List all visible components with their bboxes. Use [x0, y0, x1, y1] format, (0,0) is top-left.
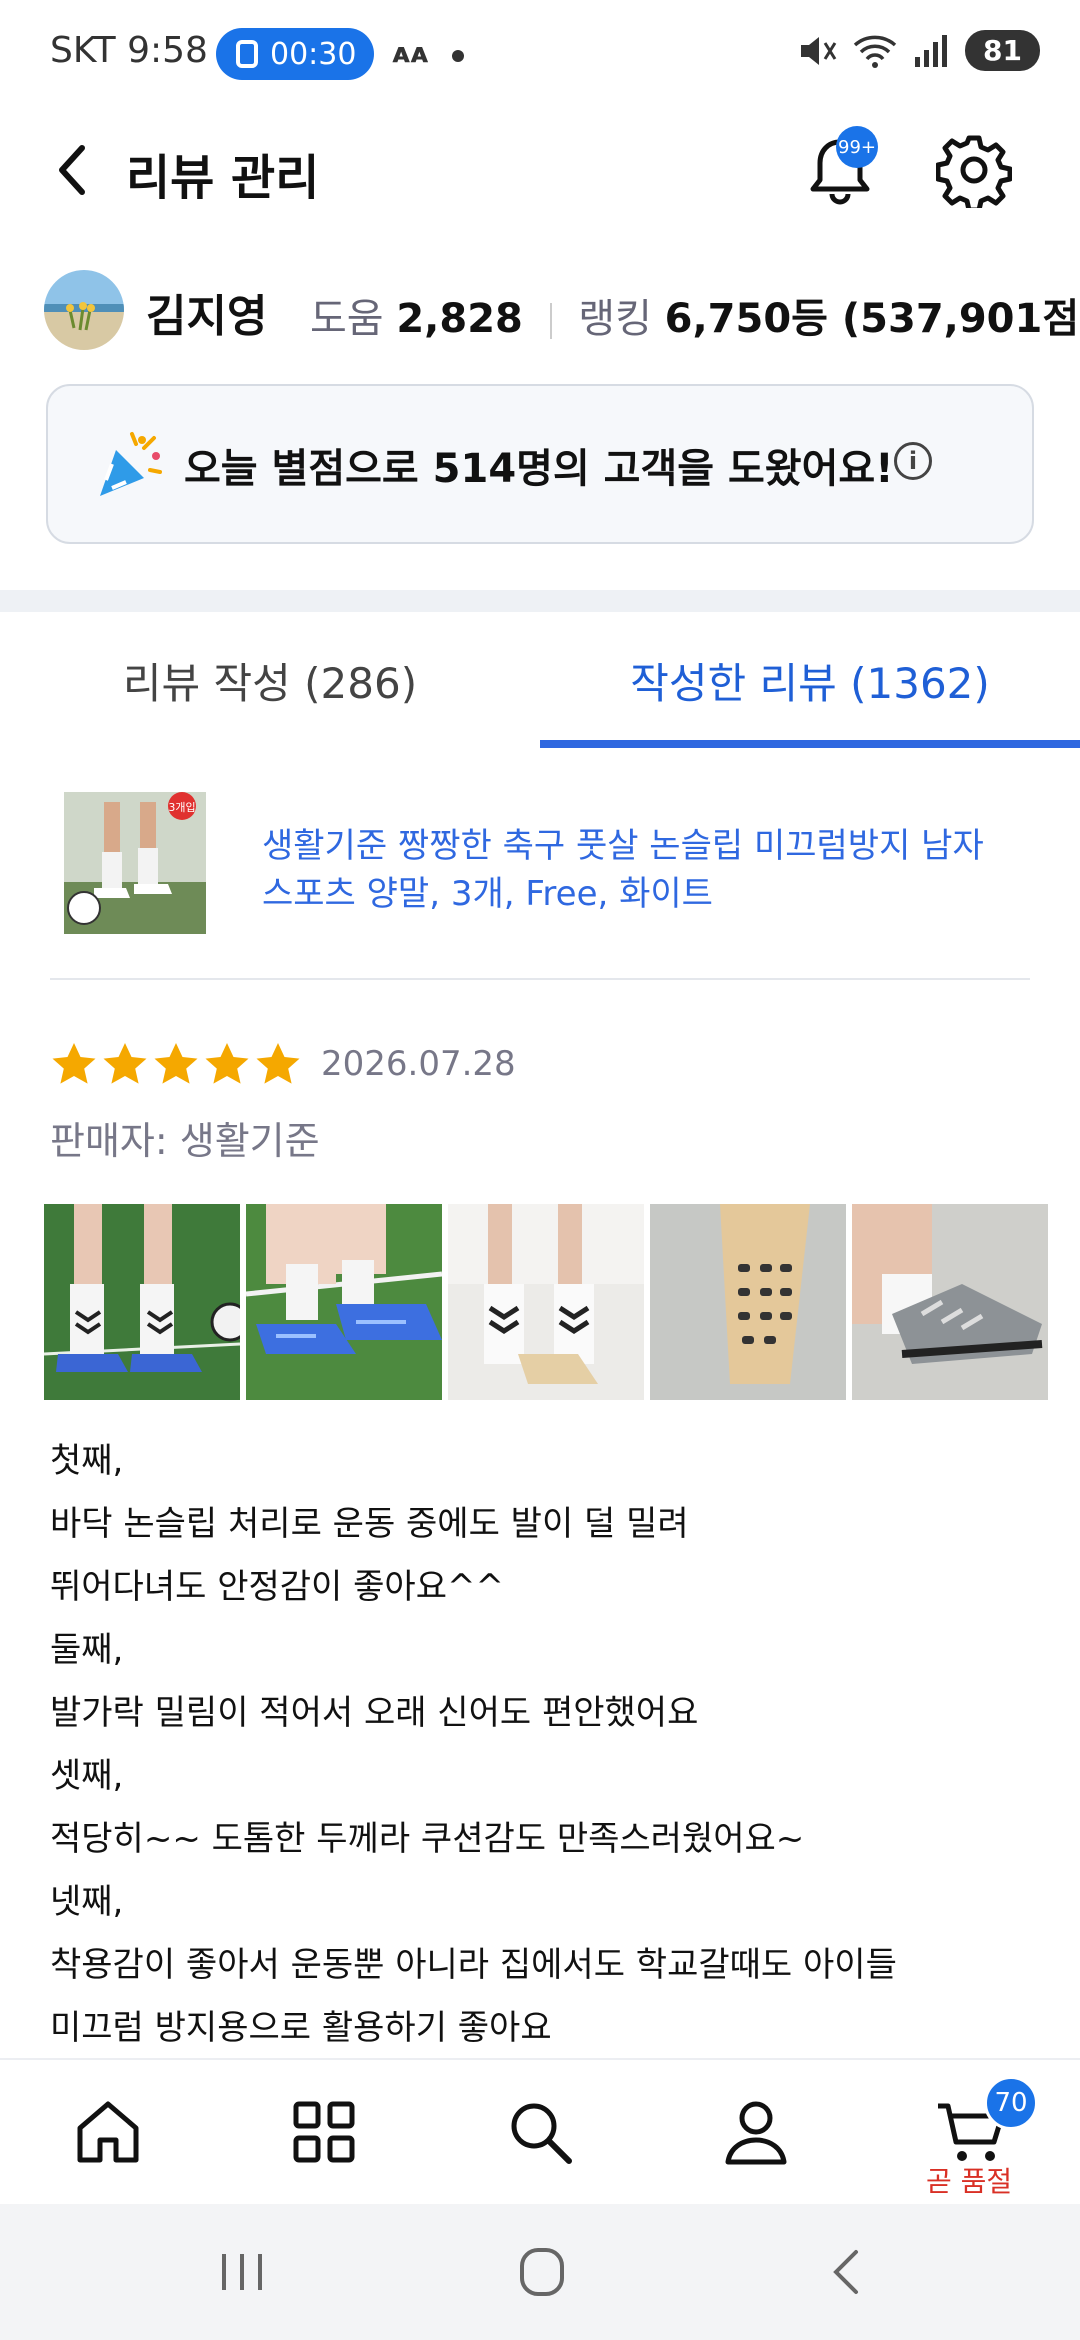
- review-line: 넷째,: [50, 1882, 124, 1922]
- star-icon: [103, 1043, 147, 1084]
- battery-indicator: 81: [965, 30, 1040, 71]
- product-divider: [50, 978, 1030, 980]
- notification-dot-icon: [452, 50, 464, 62]
- review-photo[interactable]: [448, 1204, 644, 1400]
- recent-apps-icon[interactable]: [212, 2244, 272, 2300]
- active-tab-indicator: [540, 740, 1080, 748]
- review-line: 발가락 밀림이 적어서 오래 신어도 편안했어요: [50, 1693, 699, 1733]
- review-line: 바닥 논슬립 처리로 운동 중에도 발이 덜 밀려: [50, 1504, 689, 1544]
- star-icon: [205, 1043, 249, 1084]
- call-timer-pill[interactable]: 00:30: [216, 28, 374, 80]
- cart-count-badge: 70: [984, 2076, 1038, 2130]
- product-badge: 3개입: [168, 801, 195, 814]
- rank-value: 6,750등 (537,901점): [664, 296, 1080, 342]
- profile-icon[interactable]: [718, 2094, 794, 2170]
- review-photo[interactable]: [650, 1204, 846, 1400]
- system-back-icon[interactable]: [818, 2244, 878, 2300]
- product-title[interactable]: 생활기준 짱짱한 축구 풋살 논슬립 미끄럼방지 남자 스포츠 양말, 3개, …: [262, 822, 1022, 918]
- system-navigation-bar: [0, 2204, 1080, 2340]
- phone-icon: [236, 40, 258, 68]
- status-icons: 81: [797, 30, 1040, 71]
- help-value: 2,828: [396, 296, 523, 342]
- section-divider: [0, 590, 1080, 612]
- star-icon: [154, 1043, 198, 1084]
- star-rating: [50, 1040, 305, 1088]
- review-line: 셋째,: [50, 1756, 124, 1796]
- product-thumbnail[interactable]: 3개입: [64, 792, 206, 934]
- user-stats: 도움 2,828 랭킹 6,750등 (537,901점): [310, 286, 1080, 344]
- mute-icon: [801, 36, 837, 65]
- tab-write-review[interactable]: 리뷰 작성 (286): [0, 612, 540, 748]
- user-summary: 김지영 도움 2,828 랭킹 6,750등 (537,901점): [0, 268, 1080, 352]
- home-button-icon[interactable]: [512, 2244, 572, 2300]
- banner-text: 오늘 별점으로 514명의 고객을 도왔어요!: [184, 446, 894, 492]
- cart-soldout-label: 곧 품절: [926, 2165, 1013, 2198]
- review-photo[interactable]: [246, 1204, 442, 1400]
- review-text: 첫째, 바닥 논슬립 처리로 운동 중에도 발이 덜 밀려 뛰어다녀도 안정감이…: [50, 1430, 1040, 2060]
- carrier-time: SKT 9:58: [50, 30, 208, 71]
- review-line: 뛰어다녀도 안정감이 좋아요^^: [50, 1567, 504, 1607]
- rank-label: 랭킹: [578, 296, 652, 342]
- review-line: 적당히~~ 도톰한 두께라 쿠션감도 만족스러웠어요~: [50, 1819, 805, 1859]
- product-row[interactable]: 3개입 생활기준 짱짱한 축구 풋살 논슬립 미끄럼방지 남자 스포츠 양말, …: [0, 780, 1080, 980]
- signal-icon: [915, 34, 948, 67]
- page-title: 리뷰 관리: [126, 150, 320, 206]
- tab-written-reviews[interactable]: 작성한 리뷰 (1362): [540, 612, 1080, 748]
- review-line: 첫째,: [50, 1441, 124, 1481]
- help-label: 도움: [310, 296, 384, 342]
- review-photo[interactable]: [852, 1204, 1048, 1400]
- wifi-icon: [853, 35, 897, 68]
- font-size-icon: ᴀᴀ: [392, 36, 429, 69]
- categories-icon[interactable]: [286, 2094, 362, 2170]
- review-date: 2026.07.28: [321, 1044, 516, 1084]
- app-header: 리뷰 관리 99+: [0, 120, 1080, 220]
- review-line: 착용감이 좋아서 운동뿐 아니라 집에서도 학교갈때도 아이들: [50, 1945, 897, 1985]
- info-icon[interactable]: i: [894, 442, 932, 480]
- review-photo[interactable]: [44, 1204, 240, 1400]
- star-icon: [52, 1043, 96, 1084]
- avatar[interactable]: [44, 270, 124, 350]
- back-arrow-icon[interactable]: [48, 142, 104, 198]
- review-photos: [44, 1204, 1080, 1400]
- review-tabs: 리뷰 작성 (286) 작성한 리뷰 (1362): [0, 612, 1080, 748]
- home-icon[interactable]: [70, 2094, 146, 2170]
- bottom-navigation: 70 곧 품절: [0, 2058, 1080, 2204]
- rating-row: 2026.07.28: [50, 1036, 516, 1092]
- search-icon[interactable]: [502, 2094, 578, 2170]
- star-icon: [256, 1043, 300, 1084]
- seller-name: 판매자: 생활기준: [50, 1119, 320, 1163]
- status-bar: SKT 9:58 00:30 ᴀᴀ 81: [0, 0, 1080, 110]
- gear-icon[interactable]: [936, 132, 1012, 208]
- stats-separator: [549, 303, 552, 339]
- user-name: 김지영: [146, 291, 268, 342]
- party-popper-icon: [100, 432, 162, 496]
- review-line: 둘째,: [50, 1630, 124, 1670]
- help-banner: 오늘 별점으로 514명의 고객을 도왔어요! i: [46, 384, 1034, 544]
- call-timer: 00:30: [270, 36, 357, 72]
- notification-badge: 99+: [836, 126, 878, 168]
- review-line: 미끄럼 방지용으로 활용하기 좋아요: [50, 2008, 552, 2048]
